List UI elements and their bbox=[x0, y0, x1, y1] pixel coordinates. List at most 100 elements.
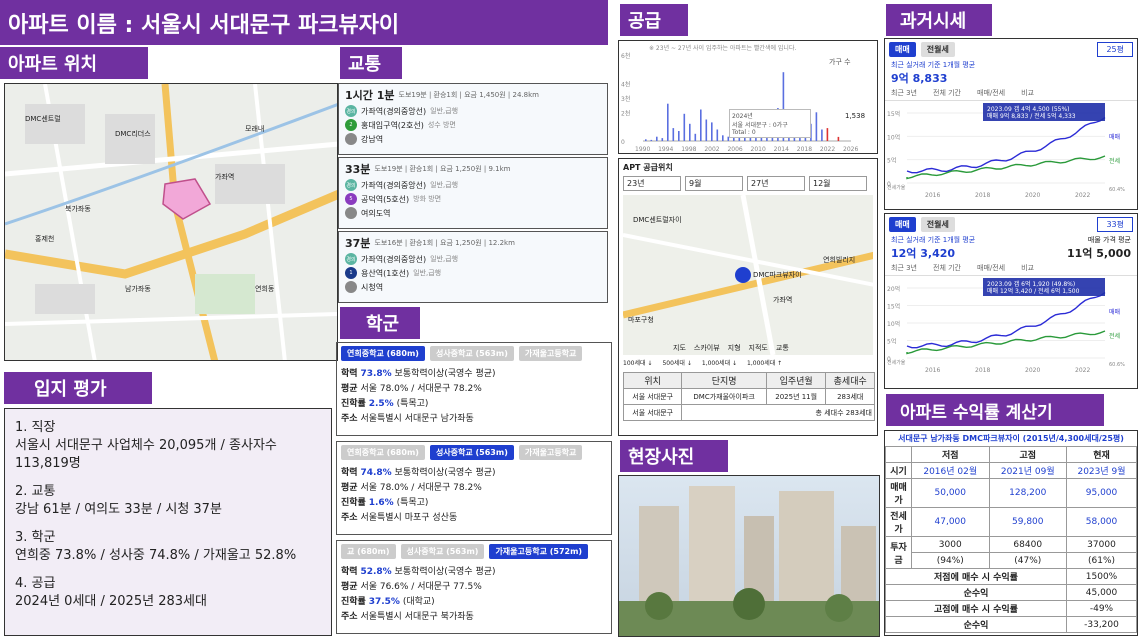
past-price-header: 과거시세 bbox=[886, 4, 992, 36]
supply-bar bbox=[650, 139, 653, 141]
tab-sale[interactable]: 매매 bbox=[889, 42, 916, 57]
x-tick: 2020 bbox=[1025, 192, 1040, 199]
end-month-select[interactable]: 12월 bbox=[809, 176, 867, 191]
x-tick: 2022 bbox=[1075, 192, 1090, 199]
school-tab[interactable]: 성사중학교 (563m) bbox=[429, 445, 514, 460]
route-time: 37분 bbox=[345, 237, 371, 250]
y-tick: 20억 bbox=[887, 285, 900, 293]
y-tick: 2천 bbox=[621, 109, 630, 117]
map-label: 연희빌리지 bbox=[823, 256, 856, 264]
range-tab[interactable]: 전체 기간 bbox=[933, 263, 961, 273]
x-tick: 1994 bbox=[658, 146, 673, 153]
school-card: 연희중학교 (680m) 성사중학교 (563m) 가재울고등학교 학력 74.8% … bbox=[336, 441, 612, 535]
x-tick: 2018 bbox=[975, 367, 990, 374]
tab-sale[interactable]: 매매 bbox=[889, 217, 916, 232]
tab-map[interactable]: 지도 bbox=[673, 343, 686, 353]
price-line-chart: 20억15억10억5억02016 2018 2020 2022매매전세전세가율 60.6… bbox=[887, 278, 1125, 374]
avg-price: 9억 8,833 bbox=[891, 72, 948, 85]
route-time: 33분 bbox=[345, 163, 371, 176]
map-label: 남가좌동 bbox=[125, 285, 151, 293]
size-select[interactable]: 33평 bbox=[1097, 217, 1133, 232]
school-tab[interactable]: 가재울고등학교 bbox=[518, 346, 583, 361]
tab-traffic[interactable]: 교통 bbox=[776, 343, 789, 353]
eval-body: 연희중 73.8% / 성사중 74.8% / 가재울고 52.8% bbox=[15, 548, 297, 563]
range-tab[interactable]: 비교 bbox=[1021, 88, 1034, 98]
supply-bar bbox=[716, 129, 719, 141]
y-tick: 0 bbox=[621, 139, 625, 146]
x-tick: 2016 bbox=[925, 367, 940, 374]
x-tick: 1990 bbox=[635, 146, 650, 153]
x-tick: 2026 bbox=[843, 146, 858, 153]
eval-item: 2. 교통 강남 61분 / 여의도 33분 / 시청 37분 bbox=[15, 483, 321, 519]
supply-bar bbox=[815, 112, 818, 141]
eval-item: 3. 학군연희중 73.8% / 성사중 74.8% / 가재울고 52.8% bbox=[15, 529, 321, 565]
x-tick: 2016 bbox=[925, 192, 940, 199]
map-graphic bbox=[5, 84, 337, 360]
range-tab[interactable]: 최근 3년 bbox=[891, 263, 917, 273]
range-tab[interactable]: 비교 bbox=[1021, 263, 1034, 273]
route-stop: 시청역 bbox=[345, 281, 601, 293]
series-label: 매매 bbox=[1109, 133, 1120, 141]
eval-heading: 3. 학군 bbox=[15, 530, 56, 545]
end-year-select[interactable]: 27년 bbox=[747, 176, 805, 191]
tab-terrain[interactable]: 지형 bbox=[728, 343, 741, 353]
ask-price: 11억 5,000 bbox=[1066, 247, 1131, 260]
location-header: 아파트 위치 bbox=[0, 47, 148, 79]
household-legend: 100세대 ↓ 500세대 ↓ 1,000세대 ↓ 1,000세대 ↑ bbox=[623, 360, 783, 367]
avg-label: 최근 실거래 기준 1개월 평균 bbox=[891, 61, 976, 69]
tab-rent[interactable]: 전월세 bbox=[920, 217, 955, 232]
eval-item: 1. 직장 서울시 서대문구 사업체수 20,095개 / 종사자수 113,81… bbox=[15, 419, 321, 473]
tab-cadastral[interactable]: 지적도 bbox=[749, 343, 768, 353]
tooltip-line: 매매 12억 3,420 / 전세 6억 1,500 bbox=[987, 287, 1080, 295]
tab-rent[interactable]: 전월세 bbox=[920, 42, 955, 57]
line-icon: 경의 bbox=[345, 105, 357, 117]
route-stop: 여의도역 bbox=[345, 207, 601, 219]
school-tab[interactable]: 가재울고등학교 bbox=[518, 445, 583, 460]
y-tick: 3천 bbox=[621, 95, 630, 103]
route-card[interactable]: 33분 도보19분 | 환승1회 | 요금 1,250원 | 9.1km 경의 가좌역… bbox=[338, 157, 608, 229]
line-icon: 5 bbox=[345, 193, 357, 205]
school-tab[interactable]: 연희중학교 (680m) bbox=[341, 445, 425, 460]
supply-bar bbox=[683, 113, 686, 141]
school-tab[interactable]: 가재울고등학교 (572m) bbox=[489, 544, 589, 559]
tab-skyview[interactable]: 스카이뷰 bbox=[694, 343, 720, 353]
route-card[interactable]: 37분 도보16분 | 환승1회 | 요금 1,250원 | 12.2km 경의 가좌… bbox=[338, 231, 608, 303]
supply-bar bbox=[656, 136, 658, 141]
supply-side-value: 1,538 bbox=[845, 112, 866, 120]
school-tab[interactable]: 성사중학교 (563m) bbox=[400, 544, 485, 559]
route-card[interactable]: 1시간 1분 도보19분 | 환승1회 | 요금 1,450원 | 24.8km 경… bbox=[338, 83, 608, 155]
route-stop: 경의 가좌역(경의중앙선) 일반,급행 bbox=[345, 105, 459, 117]
calc-panel: 서대문구 남가좌동 DMC파크뷰자이 (2015년/4,300세대/25평) 저… bbox=[884, 430, 1138, 636]
range-tab[interactable]: 전체 기간 bbox=[933, 88, 961, 98]
range-tab[interactable]: 최근 3년 bbox=[891, 88, 917, 98]
line-icon: 경의 bbox=[345, 179, 357, 191]
ratio-value: 60.4% bbox=[1109, 187, 1125, 193]
eval-body: 강남 61분 / 여의도 33분 / 시청 37분 bbox=[15, 502, 222, 517]
school-tab[interactable]: 연희중학교 (680m) bbox=[341, 346, 425, 361]
range-tab[interactable]: 매매/전세 bbox=[977, 88, 1005, 98]
line-icon: 1 bbox=[345, 267, 357, 279]
x-tick: 2010 bbox=[751, 146, 766, 153]
location-map[interactable]: DMC센트럴 DMC리더스 가좌역 모래내 북가좌동 남가좌동 연희동 홍제천 bbox=[4, 83, 338, 361]
apt-supply-filters: 23년 9월 27년 12월 bbox=[619, 176, 877, 191]
eval-body: 2024년 0세대 / 2025년 283세대 bbox=[15, 594, 207, 609]
school-tab[interactable]: 성사중학교 (563m) bbox=[429, 346, 514, 361]
y-tick: 5억 bbox=[887, 157, 896, 165]
school-tab[interactable]: 교 (680m) bbox=[341, 544, 396, 559]
apt-supply-map[interactable]: DMC센트럴자이 DMC파크뷰자이 가좌역 마포구청 연희빌리지 지도 스카이뷰 지… bbox=[623, 195, 873, 355]
line-icon bbox=[345, 281, 357, 293]
start-month-select[interactable]: 9월 bbox=[685, 176, 743, 191]
size-select[interactable]: 25평 bbox=[1097, 42, 1133, 57]
route-meta: 도보19분 | 환승1회 | 요금 1,250원 | 9.1km bbox=[374, 165, 511, 173]
x-tick: 2018 bbox=[975, 192, 990, 199]
eval-panel: 1. 직장 서울시 서대문구 사업체수 20,095개 / 종사자수 113,81… bbox=[4, 408, 332, 636]
line-icon: 경의 bbox=[345, 253, 357, 265]
bottom-label: 전세가율 bbox=[887, 184, 906, 191]
route-stop: 경의 가좌역(경의중앙선) 일반,급행 bbox=[345, 253, 459, 265]
map-label: 모래내 bbox=[245, 125, 265, 133]
apt-supply-title: APT 공급위치 bbox=[623, 163, 673, 172]
route-stop: 1 용산역(1호선) 일반,급행 bbox=[345, 267, 601, 279]
start-year-select[interactable]: 23년 bbox=[623, 176, 681, 191]
x-tick: 2022 bbox=[820, 146, 835, 153]
range-tab[interactable]: 매매/전세 bbox=[977, 263, 1005, 273]
